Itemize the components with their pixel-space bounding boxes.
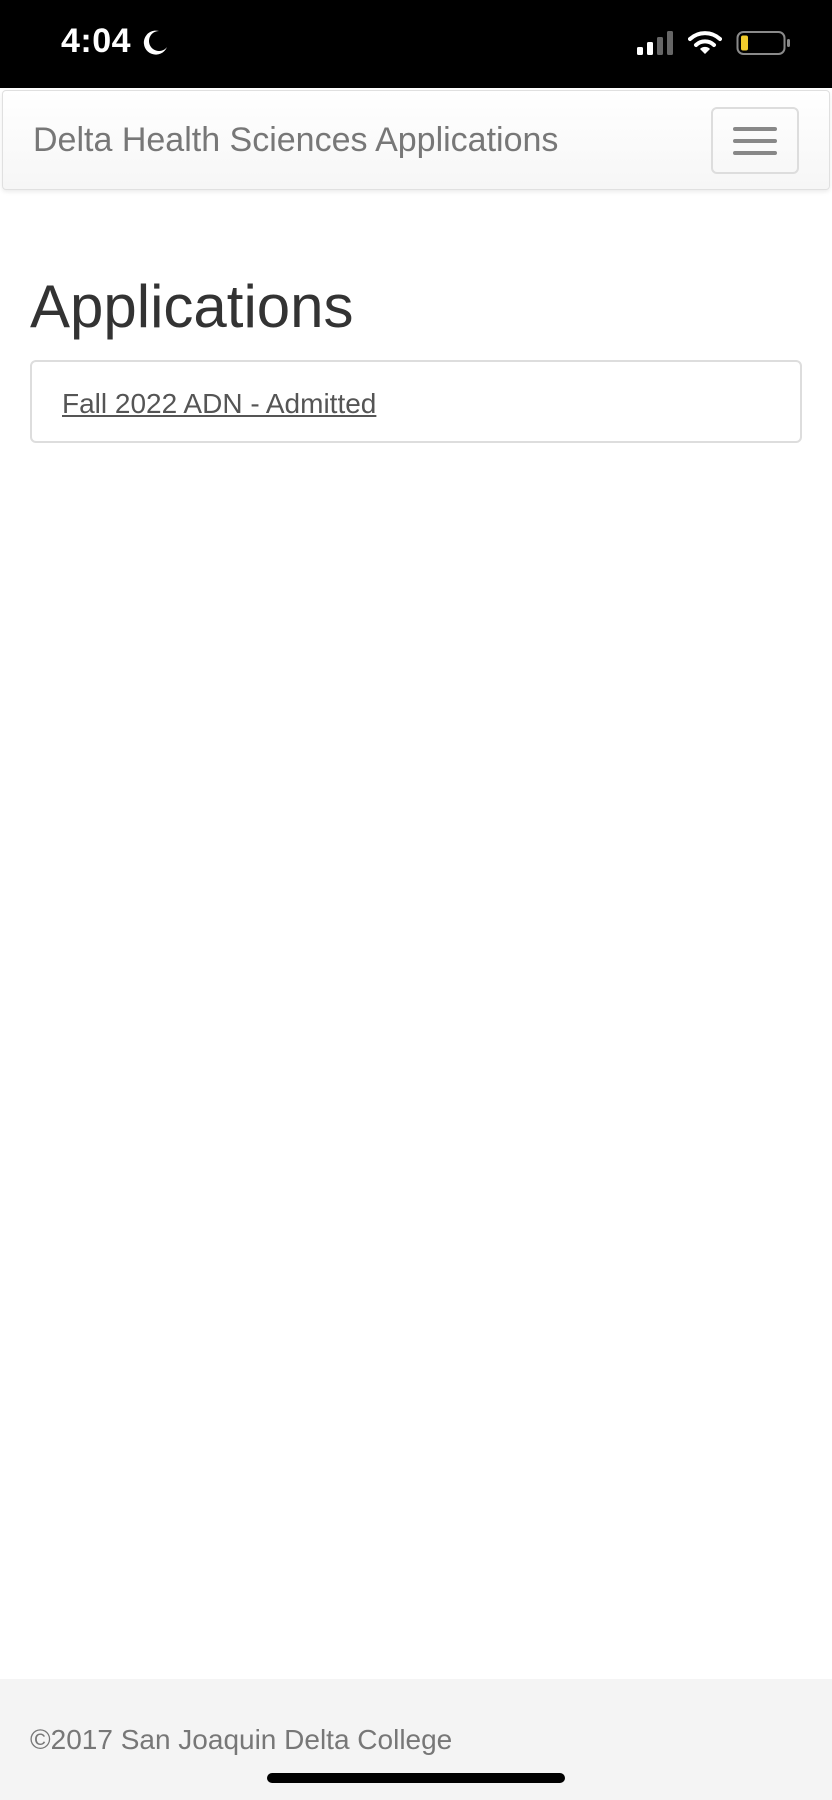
home-indicator[interactable]	[267, 1773, 565, 1783]
hamburger-icon-bar-top	[733, 126, 777, 131]
applications-list: Fall 2022 ADN - Admitted	[30, 360, 802, 443]
hamburger-icon-bar-middle	[733, 138, 777, 143]
battery-icon	[736, 31, 790, 55]
page-title: Applications	[30, 273, 354, 340]
hamburger-icon-bar-bottom	[733, 150, 777, 155]
status-time-group: 4:04	[61, 22, 169, 61]
application-list-item[interactable]: Fall 2022 ADN - Admitted	[32, 362, 800, 446]
footer-copyright: ©2017 San Joaquin Delta College	[30, 1724, 453, 1755]
navbar-brand-link[interactable]: Delta Health Sciences Applications	[33, 121, 558, 160]
signal-icon	[637, 31, 673, 55]
wifi-icon	[688, 31, 722, 54]
moon-icon	[143, 30, 168, 55]
status-bar: 4:04	[0, 0, 832, 88]
status-icons	[636, 30, 792, 56]
status-time: 4:04	[61, 22, 132, 60]
screen: 4:04 Delta Health Sciences Applications …	[0, 0, 832, 1800]
menu-toggle-button[interactable]	[711, 107, 799, 174]
navbar: Delta Health Sciences Applications	[2, 90, 830, 190]
